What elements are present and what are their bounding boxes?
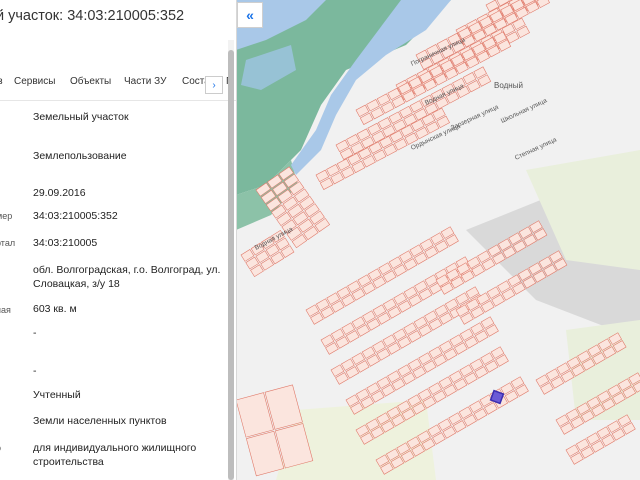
panel-scrollbar[interactable] bbox=[228, 40, 234, 480]
row-label: о bbox=[0, 441, 1, 455]
tab-bar: з Сервисы Объекты Части ЗУ Соста Г bbox=[0, 66, 236, 101]
row-value: 603 кв. м bbox=[33, 303, 77, 315]
row-value: Учтенный bbox=[33, 389, 81, 401]
info-panel: й участок: 34:03:210005:352 з Сервисы Об… bbox=[0, 0, 237, 480]
row-label: ная bbox=[0, 305, 11, 315]
row-value: 29.09.2016 bbox=[33, 187, 86, 199]
map-canvas[interactable]: Пограничная улица Водная улица Ордынская… bbox=[236, 0, 640, 480]
row-value: Земли населенных пунктов bbox=[33, 415, 167, 427]
tab-objects[interactable]: Объекты bbox=[70, 76, 111, 87]
row-value: 34:03:210005:352 bbox=[33, 210, 118, 222]
tab-services[interactable]: Сервисы bbox=[14, 76, 55, 87]
selected-parcel[interactable] bbox=[489, 389, 505, 405]
row-value: для индивидуального жилищного строительс… bbox=[33, 442, 197, 468]
row-value: - bbox=[33, 365, 37, 377]
tabs-scroll-right-button[interactable]: › bbox=[205, 76, 223, 94]
row-value: 34:03:210005 bbox=[33, 237, 98, 249]
map-view[interactable]: Пограничная улица Водная улица Ордынская… bbox=[236, 0, 640, 480]
tab-info[interactable]: з bbox=[0, 76, 3, 87]
collapse-panel-button[interactable]: « bbox=[237, 2, 263, 28]
row-value: - bbox=[33, 327, 37, 339]
row-value: Земельный участок bbox=[33, 111, 129, 123]
scrollbar-thumb[interactable] bbox=[228, 50, 234, 480]
page-title: й участок: 34:03:210005:352 bbox=[0, 8, 185, 24]
row-value: Землепользование bbox=[33, 150, 127, 162]
row-label: мер bbox=[0, 211, 13, 221]
district-label: Водный bbox=[494, 81, 523, 90]
chevron-right-icon: › bbox=[212, 79, 216, 91]
tab-parts[interactable]: Части ЗУ bbox=[124, 76, 166, 87]
row-value: обл. Волгоградская, г.о. Волгоград, ул. … bbox=[33, 264, 221, 290]
double-chevron-left-icon: « bbox=[246, 7, 254, 23]
row-label: ртал bbox=[0, 238, 16, 248]
